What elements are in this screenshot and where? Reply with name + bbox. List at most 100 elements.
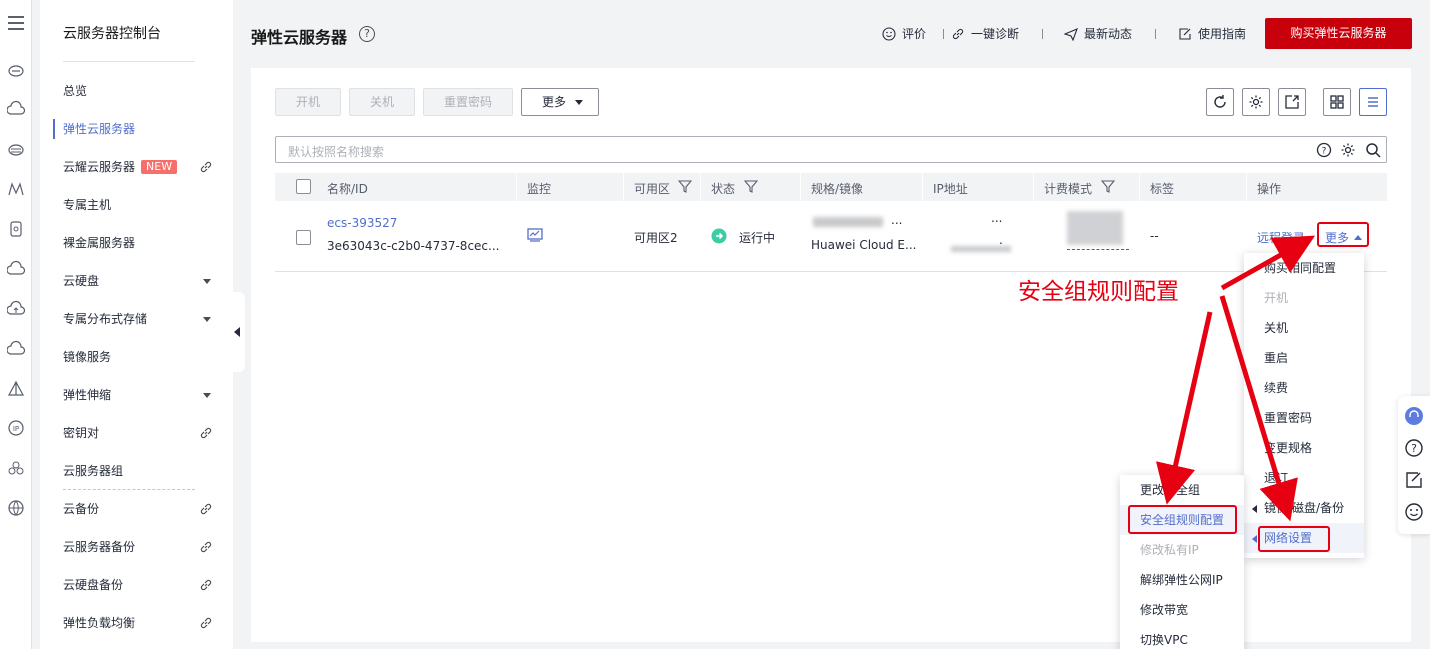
grid-view-button[interactable] — [1323, 88, 1351, 116]
storage-icon[interactable] — [7, 220, 25, 238]
col-billing[interactable]: 计费模式 — [1044, 180, 1134, 197]
menu-item-change-security-group[interactable]: 更改安全组 — [1120, 475, 1244, 505]
sidebar-item-as[interactable]: 弹性伸缩 — [63, 384, 223, 406]
cloud-outline-icon[interactable] — [7, 260, 25, 278]
edit-feedback-icon[interactable] — [1404, 470, 1424, 490]
database-cloud-icon[interactable] — [7, 140, 25, 158]
col-actions: 操作 — [1257, 182, 1282, 196]
row-checkbox[interactable] — [296, 230, 311, 245]
list-icon — [1368, 97, 1378, 107]
reset-password-button[interactable]: 重置密码 — [423, 88, 513, 116]
active-indicator — [53, 119, 55, 139]
menu-item-modify-private-ip[interactable]: 修改私有IP — [1120, 535, 1244, 565]
col-spec: 规格/镜像 — [811, 182, 864, 196]
ip-dot: . — [999, 233, 1003, 247]
sidebar-item-label: 弹性伸缩 — [63, 388, 112, 402]
ip-icon[interactable]: IP — [7, 419, 25, 437]
row-more-menu: 购买相同配置 开机 关机 重启 续费 重置密码 变更规格 退订 镜像/磁盘/备份… — [1244, 253, 1364, 558]
sidebar-item-ims[interactable]: 镜像服务 — [63, 346, 223, 368]
column-divider — [700, 173, 701, 201]
sidebar-divider — [63, 61, 195, 62]
highlight-more-button — [1317, 222, 1369, 247]
running-status-icon — [711, 228, 727, 244]
instance-name-link[interactable]: ecs-393527 — [327, 216, 397, 230]
customer-service-icon[interactable] — [1404, 406, 1424, 426]
menu-item-image-disk-backup[interactable]: 镜像/磁盘/备份 — [1244, 493, 1364, 523]
globe-icon[interactable] — [7, 499, 25, 517]
sidebar-item-label: 云服务器组 — [63, 464, 124, 478]
sidebar-item-server-backup[interactable]: 云服务器备份 — [63, 536, 223, 558]
cloud-computing-icon[interactable] — [7, 100, 25, 118]
filter-icon[interactable] — [678, 179, 692, 193]
sidebar-item-bms[interactable]: 裸金属服务器 — [63, 232, 223, 254]
hamburger-menu-icon[interactable] — [7, 14, 25, 32]
menu-item-stop[interactable]: 关机 — [1244, 313, 1364, 343]
search-placeholder: 默认按照名称搜索 — [288, 145, 385, 159]
col-ip: IP地址 — [933, 182, 968, 196]
col-zone[interactable]: 可用区 — [634, 180, 694, 197]
buy-ecs-button[interactable]: 购买弹性云服务器 — [1265, 18, 1412, 49]
gear-icon — [1249, 95, 1263, 109]
sidebar-item-cbr[interactable]: 云备份 — [63, 498, 223, 520]
refresh-button[interactable] — [1206, 88, 1234, 116]
submenu-arrow-icon — [1252, 535, 1257, 543]
sidebar-item-hecs[interactable]: 云耀云服务器 NEW — [63, 156, 223, 178]
column-divider — [800, 173, 801, 201]
monitor-icon[interactable] — [527, 227, 543, 243]
spec-ellipsis: ... — [891, 213, 903, 227]
export-icon — [1285, 95, 1299, 109]
stop-button[interactable]: 关机 — [349, 88, 415, 116]
col-name[interactable]: 名称/ID — [327, 180, 368, 197]
help-circle-icon[interactable]: ? — [1404, 438, 1424, 458]
sidebar-item-server-group[interactable]: 云服务器组 — [63, 460, 223, 482]
remote-login-link[interactable]: 远程登录 — [1257, 229, 1305, 246]
sidebar-item-disk-backup[interactable]: 云硬盘备份 — [63, 574, 223, 596]
sidebar-item-dss[interactable]: 专属分布式存储 — [63, 308, 223, 330]
sidebar-item-dedicated-host[interactable]: 专属主机 — [63, 194, 223, 216]
more-actions-dropdown[interactable]: 更多 — [521, 88, 599, 116]
filter-icon[interactable] — [744, 179, 758, 193]
filter-icon[interactable] — [1101, 179, 1115, 193]
ip-ellipsis: ... — [991, 211, 1003, 225]
menu-item-unsubscribe[interactable]: 退订 — [1244, 463, 1364, 493]
menu-item-renew[interactable]: 续费 — [1244, 373, 1364, 403]
settings-button[interactable] — [1242, 88, 1270, 116]
menu-item-switch-vpc[interactable]: 切换VPC — [1120, 625, 1244, 649]
sidebar-item-keypair[interactable]: 密钥对 — [63, 422, 223, 444]
svg-text:IP: IP — [13, 425, 19, 433]
search-icon[interactable] — [1365, 142, 1381, 158]
external-link-icon — [200, 503, 212, 515]
cloud-upload-icon[interactable] — [7, 300, 25, 318]
start-button[interactable]: 开机 — [275, 88, 341, 116]
menu-item-buy-same[interactable]: 购买相同配置 — [1244, 253, 1364, 283]
list-view-button[interactable] — [1359, 88, 1387, 116]
triangle-service-icon[interactable] — [7, 380, 25, 398]
menu-item-reset-password[interactable]: 重置密码 — [1244, 403, 1364, 433]
search-input[interactable]: 默认按照名称搜索 ? — [275, 136, 1387, 163]
sidebar-item-evs[interactable]: 云硬盘 — [63, 270, 223, 292]
export-button[interactable] — [1278, 88, 1306, 116]
smile-feedback-icon[interactable] — [1404, 502, 1424, 522]
col-status[interactable]: 状态 — [711, 180, 761, 197]
cluster-icon[interactable] — [7, 459, 25, 477]
select-all-checkbox[interactable] — [296, 179, 311, 194]
sidebar-item-label: 专属分布式存储 — [63, 312, 148, 326]
menu-item-modify-bandwidth[interactable]: 修改带宽 — [1120, 595, 1244, 625]
menu-item-restart[interactable]: 重启 — [1244, 343, 1364, 373]
menu-item-change-spec[interactable]: 变更规格 — [1244, 433, 1364, 463]
sidebar-collapse-handle[interactable] — [226, 292, 245, 372]
sidebar-item-ecs[interactable]: 弹性云服务器 — [63, 118, 223, 140]
cloud-server-icon[interactable] — [7, 61, 25, 79]
menu-item-start[interactable]: 开机 — [1244, 283, 1364, 313]
search-help-icon[interactable]: ? — [1316, 142, 1332, 158]
sidebar-item-overview[interactable]: 总览 — [63, 80, 223, 102]
sidebar-item-elb[interactable]: 弹性负载均衡 — [63, 612, 223, 634]
network-icon[interactable] — [7, 180, 25, 198]
edit-doc-icon — [1179, 28, 1191, 40]
menu-item-unbind-eip[interactable]: 解绑弹性公网IP — [1120, 565, 1244, 595]
zone-value: 可用区2 — [634, 231, 678, 245]
search-settings-icon[interactable] — [1340, 142, 1356, 158]
header-divider — [1155, 29, 1156, 39]
cloud-sync-icon[interactable] — [7, 340, 25, 358]
help-icon[interactable]: ? — [359, 26, 375, 42]
